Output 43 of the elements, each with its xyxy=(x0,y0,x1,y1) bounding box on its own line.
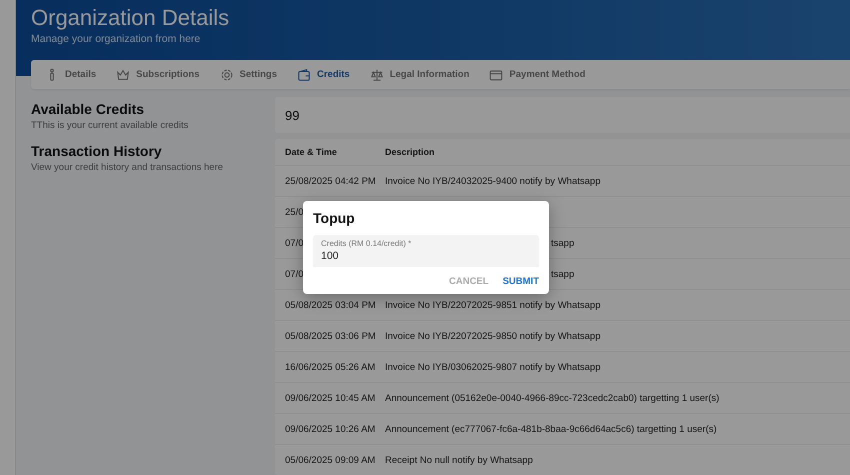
table-cell: 25/08/2025 04:42 PM xyxy=(285,176,376,186)
tab[interactable]: Payment Method xyxy=(489,68,586,82)
tab[interactable]: Settings xyxy=(220,68,277,82)
table-cell: 09/06/2025 10:45 AM xyxy=(285,392,376,404)
wallet-icon xyxy=(296,68,311,82)
page-title: Organization Details xyxy=(31,5,230,31)
settings-icon xyxy=(220,68,234,82)
table-cell: tsapp xyxy=(551,238,574,248)
table-cell: 07/0 xyxy=(285,268,304,280)
column-header: Date & Time xyxy=(284,147,338,157)
section-description: TThis is your current available credits xyxy=(31,120,190,131)
crown-icon xyxy=(116,68,130,82)
tab[interactable]: Legal Information xyxy=(370,68,470,82)
table-cell: tsapp xyxy=(551,268,574,280)
table-cell: 05/08/2025 03:04 PM xyxy=(285,300,376,310)
section-title: Transaction History xyxy=(31,143,163,159)
table-cell: Invoice No IYB/22072025-9851 notify by Whatsapp xyxy=(385,300,600,310)
table-cell: 25/0 xyxy=(285,206,304,218)
submit-button[interactable]: SUBMIT xyxy=(502,273,539,290)
table-cell: Invoice No IYB/24032025-9400 notify by Whatsapp xyxy=(385,176,600,186)
tab[interactable]: Details xyxy=(45,68,96,82)
column-header: Description xyxy=(385,147,435,157)
table-cell: 05/08/2025 03:06 PM xyxy=(285,330,376,342)
page-subtitle: Manage your organization from here xyxy=(31,33,202,45)
tab[interactable]: Credits xyxy=(296,68,350,82)
table-cell: 07/0 xyxy=(285,238,304,248)
table-cell: Invoice No IYB/22072025-9850 notify by Whatsapp xyxy=(385,330,600,342)
section-description: View your credit history and transactions here xyxy=(31,162,224,173)
cancel-button[interactable]: CANCEL xyxy=(448,273,489,290)
table-cell: Announcement (05162e0e-0040-4966-89cc-723cedc2cab0) targetting 1 user(s) xyxy=(385,392,720,404)
table-cell: 09/06/2025 10:26 AM xyxy=(285,424,376,434)
section-title: Available Credits xyxy=(31,101,146,117)
table-cell: Receipt No null notify by Whatsapp xyxy=(385,454,533,466)
dialog-title: Topup xyxy=(313,210,356,227)
credits-value: 99 xyxy=(275,97,850,133)
credit-card-icon xyxy=(489,68,504,82)
credits-input-field[interactable]: Credits (RM 0.14/credit) * 100 xyxy=(313,235,539,267)
table-cell: Announcement (ec777067-fc6a-481b-8baa-9c66d64ac5c6) targetting 1 user(s) xyxy=(385,424,717,434)
table-cell: 16/06/2025 05:26 AM xyxy=(285,362,376,372)
scale-icon xyxy=(370,68,384,82)
tab[interactable]: Subscriptions xyxy=(116,68,200,82)
table-cell: Invoice No IYB/03062025-9807 notify by Whatsapp xyxy=(385,362,600,372)
table-cell: 05/06/2025 09:09 AM xyxy=(285,454,376,466)
